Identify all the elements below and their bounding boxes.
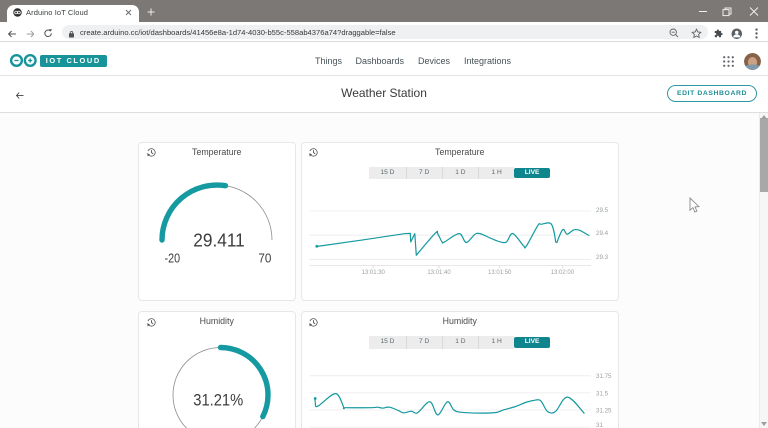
svg-text:13:02:00: 13:02:00 xyxy=(550,270,574,276)
svg-text:31.25: 31.25 xyxy=(596,407,612,414)
svg-text:70: 70 xyxy=(258,251,271,266)
svg-text:13:01:50: 13:01:50 xyxy=(488,270,512,276)
svg-text:29.5: 29.5 xyxy=(596,207,609,214)
svg-text:13:01:40: 13:01:40 xyxy=(427,270,451,276)
svg-text:29.3: 29.3 xyxy=(596,254,609,261)
svg-text:31.5: 31.5 xyxy=(596,390,609,397)
svg-text:31.75: 31.75 xyxy=(596,373,612,380)
svg-text:-20: -20 xyxy=(165,251,181,266)
svg-text:31: 31 xyxy=(596,422,603,428)
svg-text:31.21%: 31.21% xyxy=(193,391,243,410)
svg-text:29.411: 29.411 xyxy=(193,230,245,251)
svg-text:29.4: 29.4 xyxy=(596,230,609,237)
svg-text:13:01:30: 13:01:30 xyxy=(361,270,385,276)
